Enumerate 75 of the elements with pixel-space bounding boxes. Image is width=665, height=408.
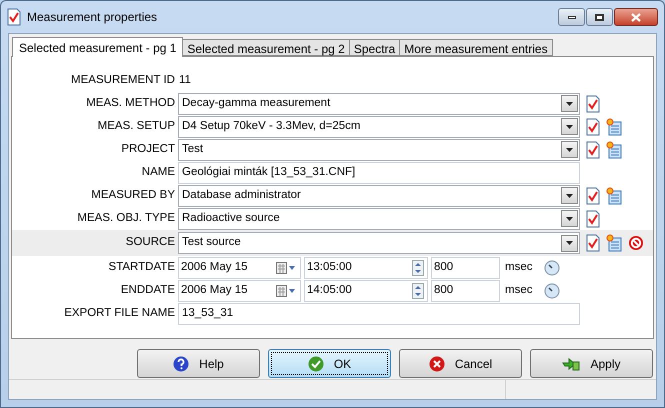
caret-icon	[566, 102, 573, 106]
dropdown-button[interactable]	[561, 95, 578, 112]
field-label: EXPORT FILE NAME	[63, 306, 176, 321]
time-field[interactable]: 13:05:00	[304, 256, 428, 278]
caret-icon	[566, 194, 573, 198]
field-label: MEASUREMENT ID	[70, 72, 176, 88]
measurement-id-value: 11	[179, 72, 191, 88]
field-label: STARTDATE	[108, 260, 176, 275]
dropdown-button[interactable]	[561, 234, 578, 252]
spinner-icon[interactable]	[412, 260, 424, 276]
checked-document-icon[interactable]	[7, 8, 21, 26]
field-label: ENDDATE	[120, 282, 176, 298]
dialog-button[interactable]: OK	[268, 349, 391, 378]
calendar-dropdown-icon[interactable]	[276, 284, 296, 296]
field-label: MEASURED BY	[90, 188, 176, 203]
window-title: Measurement properties	[27, 9, 158, 26]
close-button[interactable]	[614, 8, 658, 26]
milliseconds-field[interactable]: 800	[431, 280, 500, 302]
clock-icon[interactable]	[544, 282, 560, 298]
minimize-button[interactable]	[558, 8, 585, 26]
clock-icon[interactable]	[544, 260, 560, 276]
checked-document-icon[interactable]	[586, 210, 600, 228]
date-field[interactable]: 2006 May 15	[178, 256, 301, 278]
caret-icon	[566, 124, 573, 128]
dropdown-button[interactable]	[561, 118, 578, 135]
cancel-icon	[428, 356, 445, 372]
dialog-button[interactable]: Help	[137, 349, 260, 378]
caret-icon	[566, 216, 573, 220]
apply-arrow-icon	[562, 356, 580, 370]
tab[interactable]: Selected measurement - pg 2	[182, 39, 350, 56]
combo-box[interactable]: Radioactive source	[178, 208, 580, 230]
checked-document-icon[interactable]	[586, 140, 600, 158]
help-icon	[173, 356, 190, 372]
new-list-icon[interactable]	[606, 234, 622, 252]
caret-icon	[566, 148, 573, 152]
caret-icon	[566, 241, 573, 245]
dropdown-button[interactable]	[561, 187, 578, 204]
field-label: MEAS. METHOD	[85, 96, 176, 111]
tab[interactable]: Spectra	[348, 39, 400, 56]
combo-box[interactable]: D4 Setup 70keV - 3.3Mev, d=25cm	[178, 116, 580, 138]
dialog-button[interactable]: Apply	[530, 349, 653, 378]
new-list-icon[interactable]	[606, 140, 622, 158]
dropdown-button[interactable]	[561, 210, 578, 227]
unit-label: msec	[505, 282, 534, 298]
combo-box[interactable]: Database administrator	[178, 184, 580, 206]
combo-box[interactable]: Decay-gamma measurement	[178, 92, 580, 114]
new-list-icon[interactable]	[606, 186, 622, 204]
spinner-icon[interactable]	[412, 282, 424, 298]
calendar-dropdown-icon[interactable]	[276, 262, 296, 274]
checked-document-icon[interactable]	[586, 234, 600, 252]
date-field[interactable]: 2006 May 15	[178, 280, 301, 302]
time-field[interactable]: 14:05:00	[304, 280, 428, 302]
new-list-icon[interactable]	[606, 118, 622, 136]
checked-document-icon[interactable]	[586, 94, 600, 112]
checked-document-icon[interactable]	[586, 186, 600, 204]
close-icon	[631, 12, 641, 22]
check-icon	[308, 356, 324, 372]
no-entry-icon[interactable]	[628, 235, 644, 251]
maximize-button[interactable]	[586, 8, 613, 26]
combo-box[interactable]: Test	[178, 138, 580, 160]
field-label: SOURCE	[124, 235, 176, 250]
tab[interactable]: More measurement entries	[399, 39, 553, 56]
field-label: MEAS. OBJ. TYPE	[76, 210, 176, 226]
input-field[interactable]: Geológiai minták [13_53_31.CNF]	[178, 162, 580, 184]
unit-label: msec	[505, 260, 534, 275]
checked-document-icon[interactable]	[586, 118, 600, 136]
tab[interactable]: Selected measurement - pg 1	[12, 37, 184, 57]
field-label: NAME	[140, 164, 176, 180]
combo-box[interactable]: Test source	[178, 232, 580, 254]
field-label: PROJECT	[120, 142, 176, 157]
milliseconds-field[interactable]: 800	[431, 256, 500, 278]
dropdown-button[interactable]	[561, 141, 578, 158]
dialog-button[interactable]: Cancel	[399, 349, 522, 378]
input-field[interactable]: 13_53_31	[178, 302, 580, 324]
field-label: MEAS. SETUP	[96, 118, 176, 134]
